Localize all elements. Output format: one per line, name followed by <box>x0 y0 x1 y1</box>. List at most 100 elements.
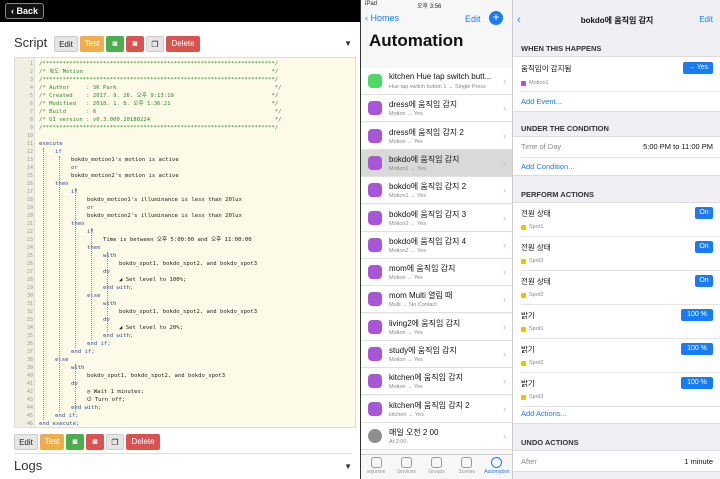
undo-label: After <box>521 457 537 466</box>
automation-list-item[interactable]: kitchen Hue tap switch butt... Hue tap sw… <box>361 68 512 95</box>
delete-button[interactable]: Delete <box>166 36 200 52</box>
camera-red-icon[interactable]: ◙ <box>86 434 104 450</box>
automation-list-item[interactable]: kitchen에 움직임 감지 Motion → Yes › <box>361 368 512 396</box>
action-text[interactable]: ◷ Wait 1 minutes; <box>87 388 144 396</box>
item-subtitle: Motion1 → Yes <box>389 165 426 172</box>
add-automation-button[interactable]: + <box>489 11 503 25</box>
action-label[interactable]: 전원 상태 <box>521 276 551 287</box>
item-subtitle: Hue tap switch button 1 → Single Press <box>389 84 486 90</box>
tab-sejunine[interactable]: sejunine <box>361 455 391 479</box>
automation-list-item[interactable]: living2에 움직임 감지 Motion → Yes › <box>361 313 512 341</box>
automation-list-item[interactable]: kitchen에 움직임 감지 2 kitchen → Yes › <box>361 395 512 423</box>
indent-guide <box>75 364 76 412</box>
edit-button[interactable]: Edit <box>465 14 481 24</box>
tab-automation[interactable]: Automation <box>482 455 512 479</box>
automation-list-item[interactable]: study에 움직임 감지 Motion → Yes › <box>361 341 512 368</box>
page-title: Automation <box>369 31 464 50</box>
copy-icon[interactable]: ❐ <box>146 36 164 52</box>
comment-line: /***************************************… <box>39 125 279 131</box>
automation-list-item[interactable]: mom에 움직임 감지 Motion → Yes › <box>361 259 512 287</box>
condition-text[interactable]: bokdo_motion2's motion is active <box>71 172 179 180</box>
undo-value[interactable]: 1 minute <box>684 457 713 466</box>
device-list[interactable]: bokdo_spot1, bokdo_spot2, and bokdo_spot… <box>87 372 225 380</box>
divider <box>14 453 352 454</box>
item-title: dress에 움직임 감지 <box>389 100 458 110</box>
automation-list-item[interactable]: bokdo에 움직임 감지 2 Motion1 → Yes › <box>361 177 512 205</box>
tab-icon <box>461 457 473 468</box>
condition-label[interactable]: Time of Day <box>521 142 561 151</box>
action-label[interactable]: 밝기 <box>521 310 535 321</box>
line-number: 32 <box>26 309 33 315</box>
chevron-right-icon: › <box>503 321 506 332</box>
action-label[interactable]: 전원 상태 <box>521 208 551 219</box>
line-number: 45 <box>26 413 33 419</box>
action-value[interactable]: On <box>695 207 713 219</box>
tab-bar: sejunine Services Groups Scenes Automation <box>361 454 512 479</box>
edit-button[interactable]: Edit <box>14 434 38 450</box>
condition-text[interactable]: Time is between 오후 5:00:00 and 오후 11:00:… <box>103 236 252 244</box>
action-label[interactable]: 밝기 <box>521 378 535 389</box>
action-value[interactable]: 100 % <box>681 377 713 389</box>
homes-back-button[interactable]: ‹ Homes <box>365 13 399 23</box>
automation-list-item[interactable]: bokdo에 움직임 감지 4 Motion2 → Yes › <box>361 231 512 259</box>
add-condition-link[interactable]: Add Condition... <box>521 162 574 171</box>
trigger-label[interactable]: 움직임이 감지됨 <box>521 63 571 74</box>
add-actions-link[interactable]: Add Actions... <box>521 409 567 418</box>
condition-text[interactable]: bokdo_motion2's illuminance is less than… <box>87 212 242 220</box>
actions-card: 전원 상태 On Spot1 전원 상태 On Spot3 전원 상태 On Spot2 밝기 10… <box>513 202 720 424</box>
item-subtitle: Motion1 → Yes <box>389 193 426 200</box>
action-value[interactable]: On <box>695 275 713 287</box>
tab-services[interactable]: Services <box>391 455 421 479</box>
separator <box>521 91 720 92</box>
collapse-caret-icon[interactable]: ▼ <box>344 39 352 48</box>
action-text[interactable]: ◢ Set level to 20%; <box>119 324 183 332</box>
keyword: with <box>103 301 117 307</box>
action-text[interactable]: ◢ Set level to 100%; <box>119 276 186 284</box>
camera-icon[interactable]: ◙ <box>106 36 124 52</box>
light-bulb-icon <box>521 293 526 298</box>
edit-button[interactable]: Edit <box>699 15 713 24</box>
camera-red-icon[interactable]: ◙ <box>126 36 144 52</box>
tab-icon <box>431 457 442 468</box>
tab-label: sejunine <box>366 469 386 475</box>
script-heading: Script <box>14 35 48 50</box>
sensor-icon <box>368 74 382 88</box>
line-number: 34 <box>26 325 33 331</box>
automation-list-item[interactable]: bokdo에 움직임 감지 3 Motion2 → Yes › <box>361 204 512 232</box>
action-value[interactable]: 100 % <box>681 309 713 321</box>
test-button[interactable]: Test <box>80 36 104 52</box>
action-label[interactable]: 밝기 <box>521 344 535 355</box>
action-sub: Spot2 <box>529 292 544 298</box>
automation-list-item[interactable]: mom Multi 열림 때 Multi → No Contact › <box>361 286 512 314</box>
automation-list-item[interactable]: dress에 움직임 감지 2 Motion → Yes › <box>361 122 512 150</box>
test-button[interactable]: Test <box>40 434 64 450</box>
action-value[interactable]: 100 % <box>681 343 713 355</box>
tab-scenes[interactable]: Scenes <box>452 455 482 479</box>
add-event-link[interactable]: Add Event... <box>521 97 562 106</box>
automation-list-item[interactable]: 매일 오전 2 00 At 2:00 › <box>361 422 512 450</box>
line-number: 19 <box>26 205 33 211</box>
keyword: else <box>87 293 101 299</box>
line-number: 5 <box>29 93 33 99</box>
automation-list-item[interactable]: bokdo에 움직임 감지 Motion1 → Yes › <box>361 149 512 177</box>
delete-button[interactable]: Delete <box>126 434 160 450</box>
edit-button[interactable]: Edit <box>54 36 78 52</box>
tab-groups[interactable]: Groups <box>421 455 451 479</box>
camera-icon[interactable]: ◙ <box>66 434 84 450</box>
action-label[interactable]: 전원 상태 <box>521 242 551 253</box>
line-number: 21 <box>26 221 33 227</box>
action-value[interactable]: On <box>695 241 713 253</box>
back-button[interactable]: ‹ Back <box>5 3 45 19</box>
condition-text[interactable]: bokdo_motion1's illuminance is less than… <box>87 196 242 204</box>
action-text[interactable]: ⏻ Turn off; <box>87 396 125 404</box>
device-list[interactable]: bokdo_spot1, bokdo_spot2, and bokdo_spot… <box>119 260 257 268</box>
collapse-caret-icon[interactable]: ▼ <box>344 462 352 471</box>
automation-list-item[interactable]: dress에 움직임 감지 Motion → Yes › <box>361 95 512 123</box>
condition-text[interactable]: bokdo_motion1's motion is active <box>71 156 179 164</box>
trigger-value[interactable]: → Yes <box>683 62 713 74</box>
trigger-card: 움직임이 감지됨 → Yes Motion1 Add Event... <box>513 56 720 112</box>
copy-icon[interactable]: ❐ <box>106 434 124 450</box>
device-list[interactable]: bokdo_spot1, bokdo_spot2, and bokdo_spot… <box>119 308 257 316</box>
condition-value[interactable]: 5:00 PM to 11:00 PM <box>643 142 713 151</box>
chevron-right-icon: › <box>503 349 506 359</box>
